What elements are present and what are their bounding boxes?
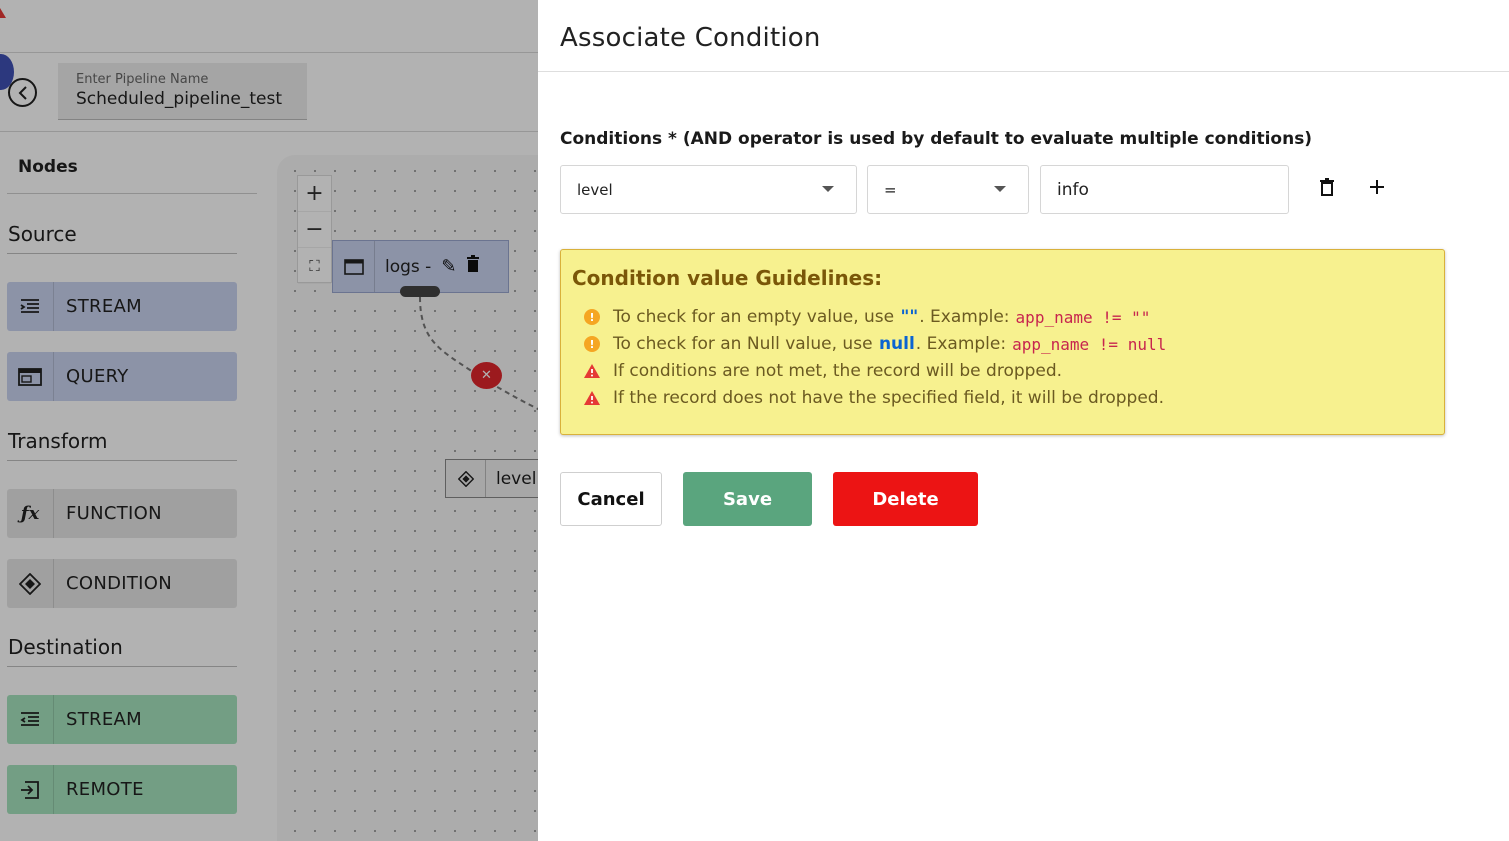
- condition-operator-value: =: [884, 180, 897, 199]
- delete-button[interactable]: Delete: [833, 472, 978, 526]
- warning-icon: [583, 389, 601, 407]
- info-icon: !: [583, 335, 601, 353]
- conditions-label: Conditions * (AND operator is used by de…: [560, 129, 1313, 149]
- remove-condition-button[interactable]: [1314, 173, 1340, 201]
- plus-icon: [1370, 180, 1384, 194]
- guidelines-box: Condition value Guidelines: ! To check f…: [560, 249, 1445, 435]
- guideline-text: To check for an Null value, use: [613, 334, 878, 354]
- chevron-down-icon: [822, 186, 834, 192]
- guideline-text: To check for an empty value, use: [613, 307, 900, 327]
- condition-field-value: level: [577, 180, 613, 199]
- add-condition-button[interactable]: [1364, 173, 1390, 201]
- info-icon: !: [583, 308, 601, 326]
- guideline-keyword: "": [900, 307, 919, 327]
- guideline-example: app_name != null: [1012, 334, 1167, 354]
- guideline-text: If conditions are not met, the record wi…: [613, 361, 1063, 381]
- guideline-null-value: ! To check for an Null value, use null .…: [583, 333, 1166, 355]
- cancel-button[interactable]: Cancel: [560, 472, 662, 526]
- guideline-example: app_name != "": [1015, 307, 1151, 327]
- save-button[interactable]: Save: [683, 472, 812, 526]
- guideline-text: If the record does not have the specifie…: [613, 388, 1164, 408]
- guideline-warning: If the record does not have the specifie…: [583, 387, 1164, 409]
- condition-operator-select[interactable]: =: [867, 165, 1029, 214]
- modal-backdrop[interactable]: [0, 0, 538, 841]
- warning-icon: [583, 362, 601, 380]
- guideline-warning: If conditions are not met, the record wi…: [583, 360, 1062, 382]
- dialog-title: Associate Condition: [560, 23, 821, 53]
- dialog-divider: [538, 71, 1509, 72]
- guideline-keyword: null: [878, 334, 915, 354]
- associate-condition-dialog: Associate Condition Conditions * (AND op…: [538, 0, 1509, 841]
- condition-value-input[interactable]: info: [1040, 165, 1289, 214]
- guidelines-title: Condition value Guidelines:: [572, 266, 883, 290]
- guideline-empty-value: ! To check for an empty value, use "" . …: [583, 306, 1150, 328]
- condition-field-select[interactable]: level: [560, 165, 857, 214]
- chevron-down-icon: [994, 186, 1006, 192]
- guideline-text: . Example:: [919, 307, 1010, 327]
- trash-icon: [1320, 178, 1334, 196]
- condition-value-text: info: [1057, 179, 1089, 200]
- guideline-text: . Example:: [915, 334, 1007, 354]
